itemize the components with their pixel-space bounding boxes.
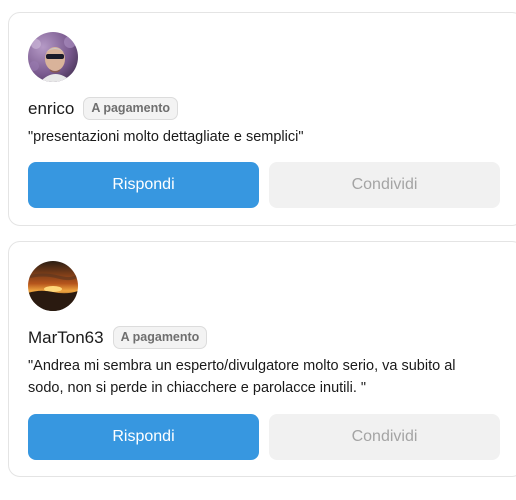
- avatar[interactable]: [28, 261, 78, 311]
- comment-card: MarTon63 A pagamento "Andrea mi sembra u…: [8, 241, 516, 477]
- comment-card: enrico A pagamento "presentazioni molto …: [8, 12, 516, 226]
- comment-header: enrico A pagamento: [28, 97, 179, 120]
- share-button[interactable]: Condividi: [269, 162, 500, 208]
- username[interactable]: MarTon63: [28, 328, 104, 348]
- comment-header: MarTon63 A pagamento: [28, 326, 208, 349]
- reply-button[interactable]: Rispondi: [28, 162, 259, 208]
- comment-text: "presentazioni molto dettagliate e sempl…: [28, 129, 304, 145]
- username[interactable]: enrico: [28, 99, 74, 119]
- reply-button[interactable]: Rispondi: [28, 414, 259, 460]
- avatar[interactable]: [28, 32, 78, 82]
- comment-text: "Andrea mi sembra un esperto/divulgatore…: [28, 358, 456, 396]
- share-button[interactable]: Condividi: [269, 414, 500, 460]
- paid-badge: A pagamento: [112, 326, 208, 349]
- paid-badge: A pagamento: [83, 97, 179, 120]
